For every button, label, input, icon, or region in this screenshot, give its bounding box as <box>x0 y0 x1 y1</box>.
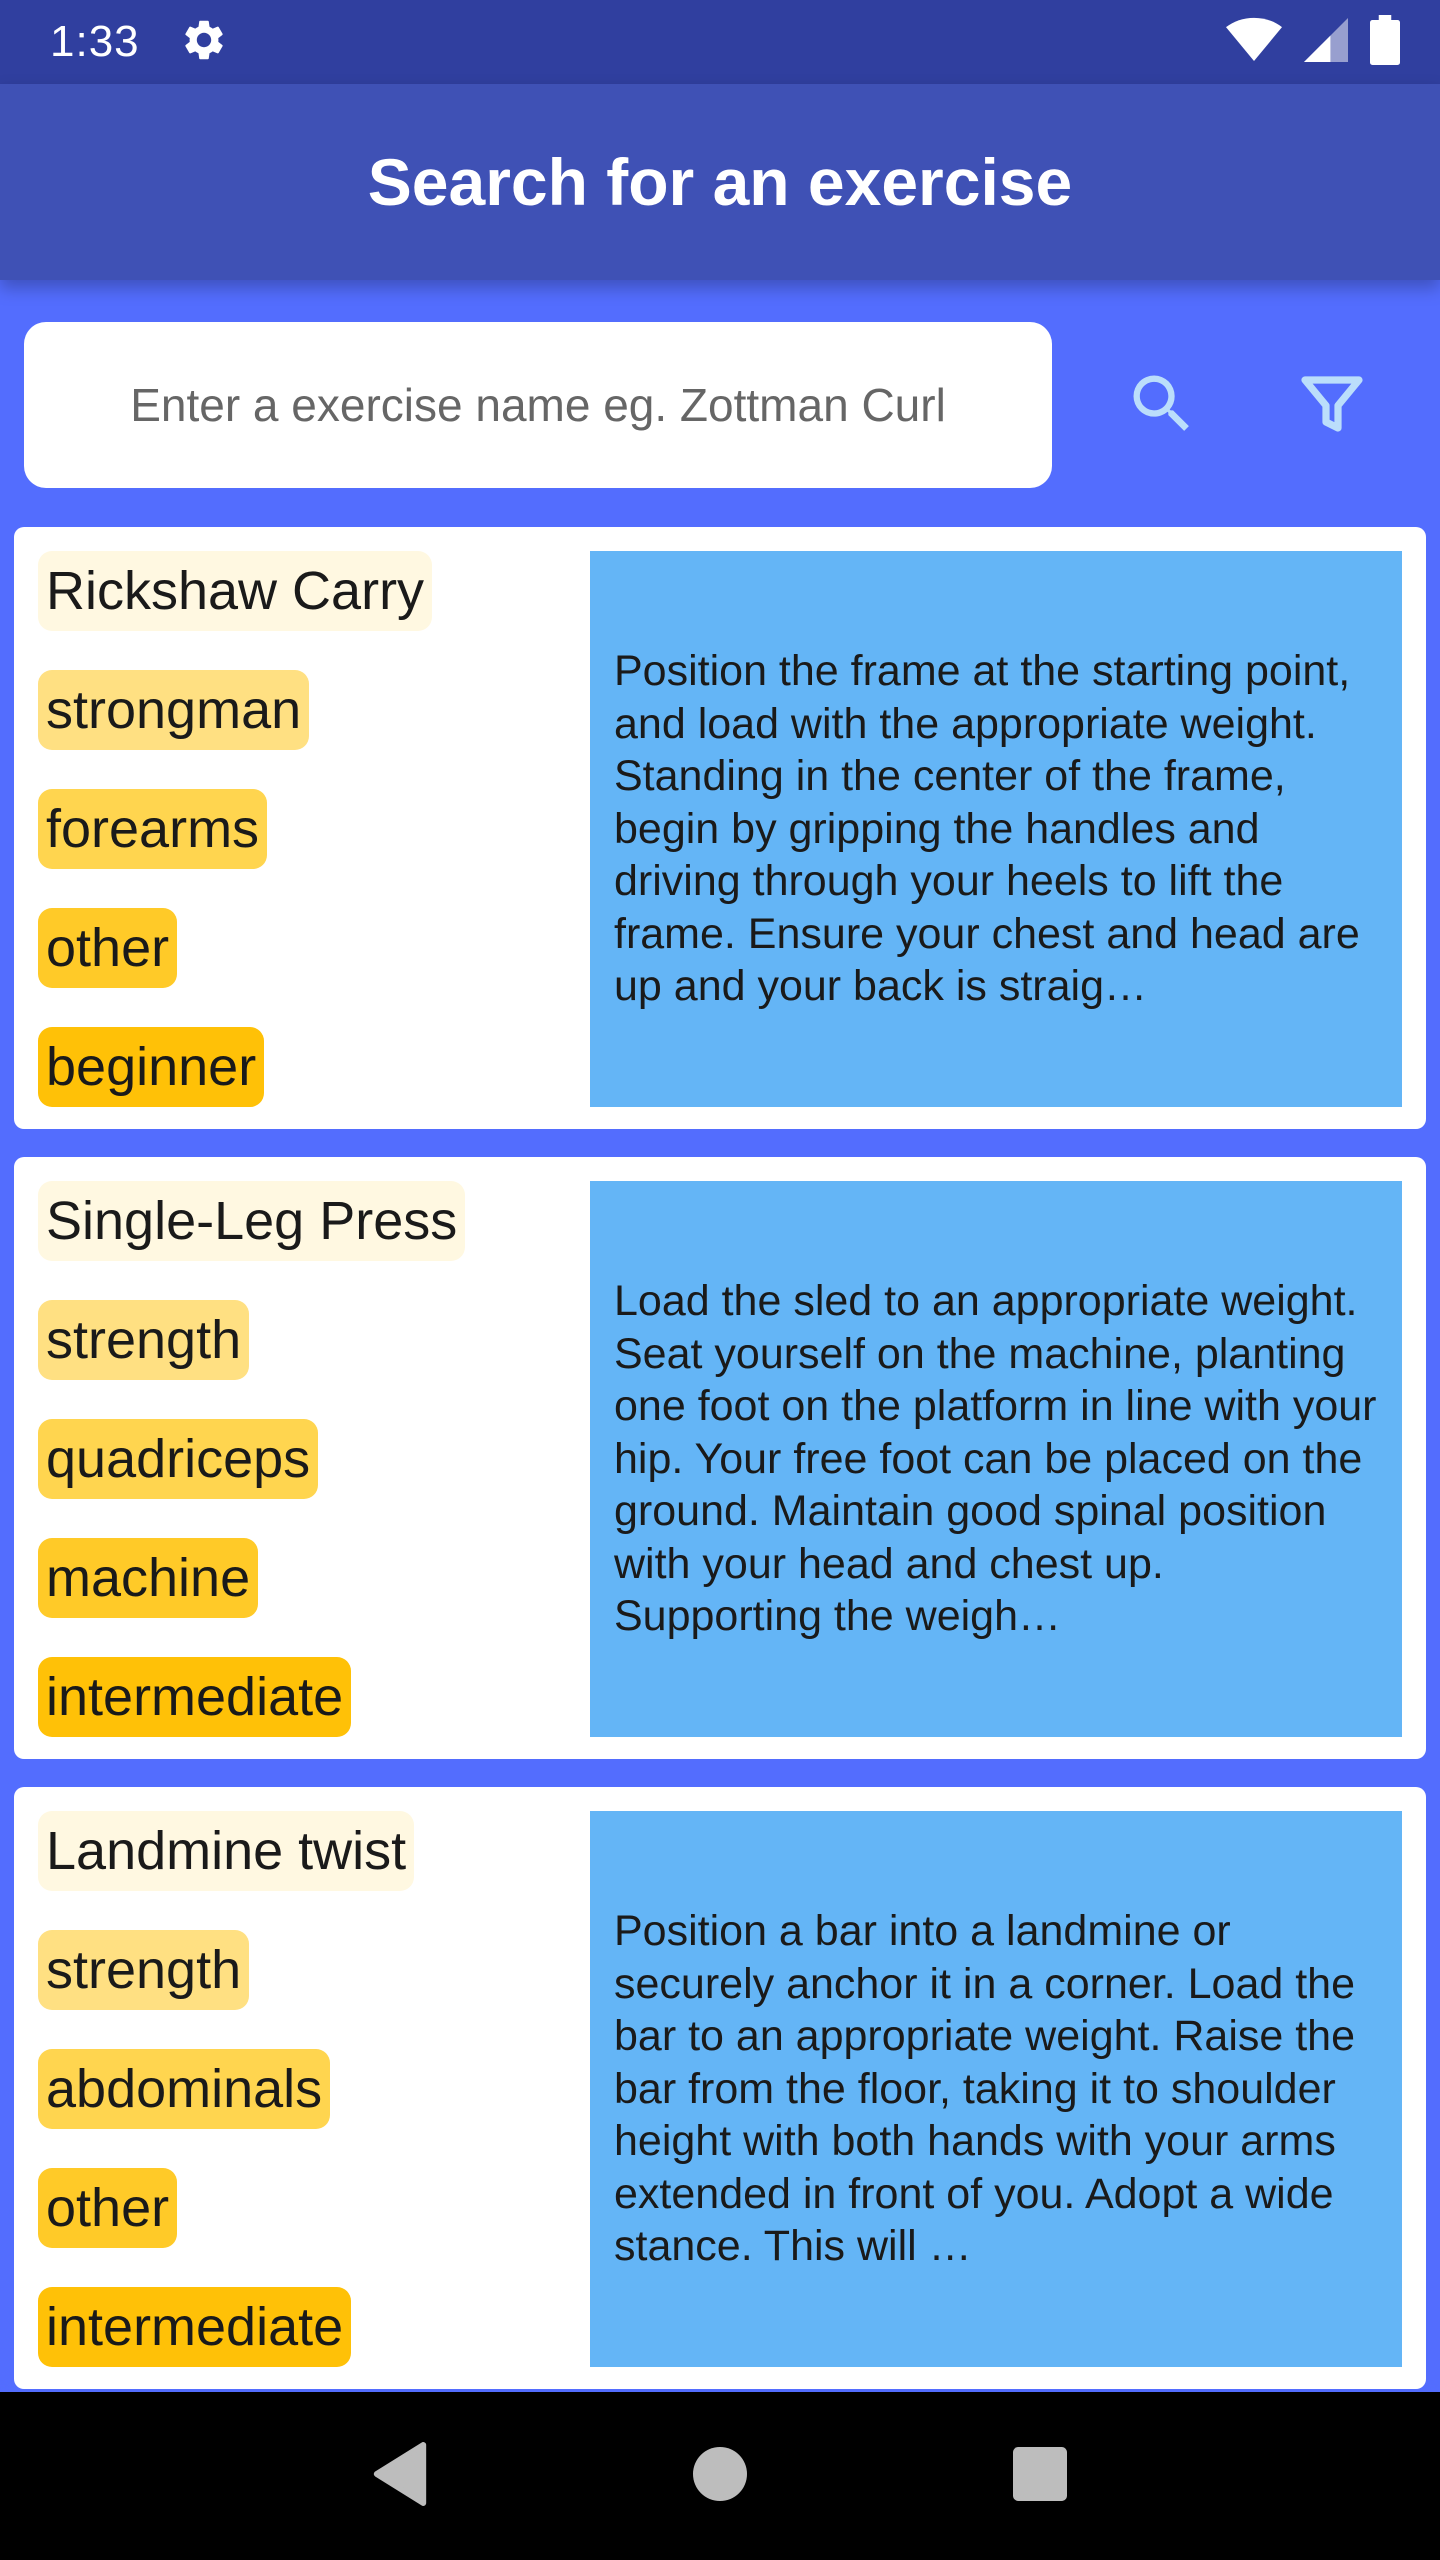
exercise-description-box: Load the sled to an appropriate weight. … <box>590 1181 1402 1737</box>
exercise-tags: Rickshaw Carry strongman forearms other … <box>38 551 558 1107</box>
exercise-equipment-tag: other <box>38 908 178 988</box>
exercise-equipment-tag: other <box>38 2168 178 2248</box>
exercise-name: Rickshaw Carry <box>38 551 433 631</box>
back-button[interactable] <box>340 2416 460 2536</box>
exercise-card[interactable]: Rickshaw Carry strongman forearms other … <box>14 527 1426 1129</box>
settings-icon <box>180 16 228 69</box>
signal-icon <box>1304 16 1348 69</box>
navigation-bar <box>0 2392 1440 2560</box>
page-title: Search for an exercise <box>367 145 1073 219</box>
exercise-level-tag: intermediate <box>38 2287 352 2367</box>
home-icon <box>693 2446 747 2506</box>
exercise-description-box: Position a bar into a landmine or secure… <box>590 1811 1402 2367</box>
exercise-card[interactable]: Single-Leg Press strength quadriceps mac… <box>14 1157 1426 1759</box>
exercise-name: Single-Leg Press <box>38 1181 466 1261</box>
exercise-level-tag: beginner <box>38 1027 265 1107</box>
status-time: 1:33 <box>50 17 140 66</box>
filter-button[interactable] <box>1282 356 1382 456</box>
app-bar: Search for an exercise <box>0 84 1440 280</box>
search-icon <box>1124 366 1200 447</box>
status-bar: 1:33 <box>0 0 1440 84</box>
wifi-icon <box>1226 16 1282 69</box>
filter-icon <box>1296 368 1368 445</box>
exercise-equipment-tag: machine <box>38 1538 259 1618</box>
exercise-level-tag: intermediate <box>38 1657 352 1737</box>
recents-button[interactable] <box>980 2416 1100 2536</box>
search-row <box>0 280 1440 525</box>
exercise-type-tag: strength <box>38 1930 250 2010</box>
exercise-card[interactable]: Landmine twist strength abdominals other… <box>14 1787 1426 2389</box>
exercise-type-tag: strongman <box>38 670 310 750</box>
search-input[interactable] <box>24 322 1052 488</box>
exercise-description-box: Position the frame at the starting point… <box>590 551 1402 1107</box>
exercise-description: Load the sled to an appropriate weight. … <box>614 1277 1377 1641</box>
exercise-description: Position a bar into a landmine or secure… <box>614 1907 1356 2271</box>
exercise-muscle-tag: abdominals <box>38 2049 331 2129</box>
exercise-description: Position the frame at the starting point… <box>614 647 1360 1011</box>
exercise-tags: Single-Leg Press strength quadriceps mac… <box>38 1181 558 1737</box>
exercise-muscle-tag: quadriceps <box>38 1419 319 1499</box>
search-button[interactable] <box>1112 356 1212 456</box>
home-button[interactable] <box>660 2416 780 2536</box>
battery-icon <box>1370 14 1400 70</box>
recents-icon <box>1013 2446 1067 2506</box>
exercise-type-tag: strength <box>38 1300 250 1380</box>
exercise-muscle-tag: forearms <box>38 789 268 869</box>
back-icon <box>370 2441 430 2511</box>
exercise-name: Landmine twist <box>38 1811 415 1891</box>
exercise-tags: Landmine twist strength abdominals other… <box>38 1811 558 2367</box>
